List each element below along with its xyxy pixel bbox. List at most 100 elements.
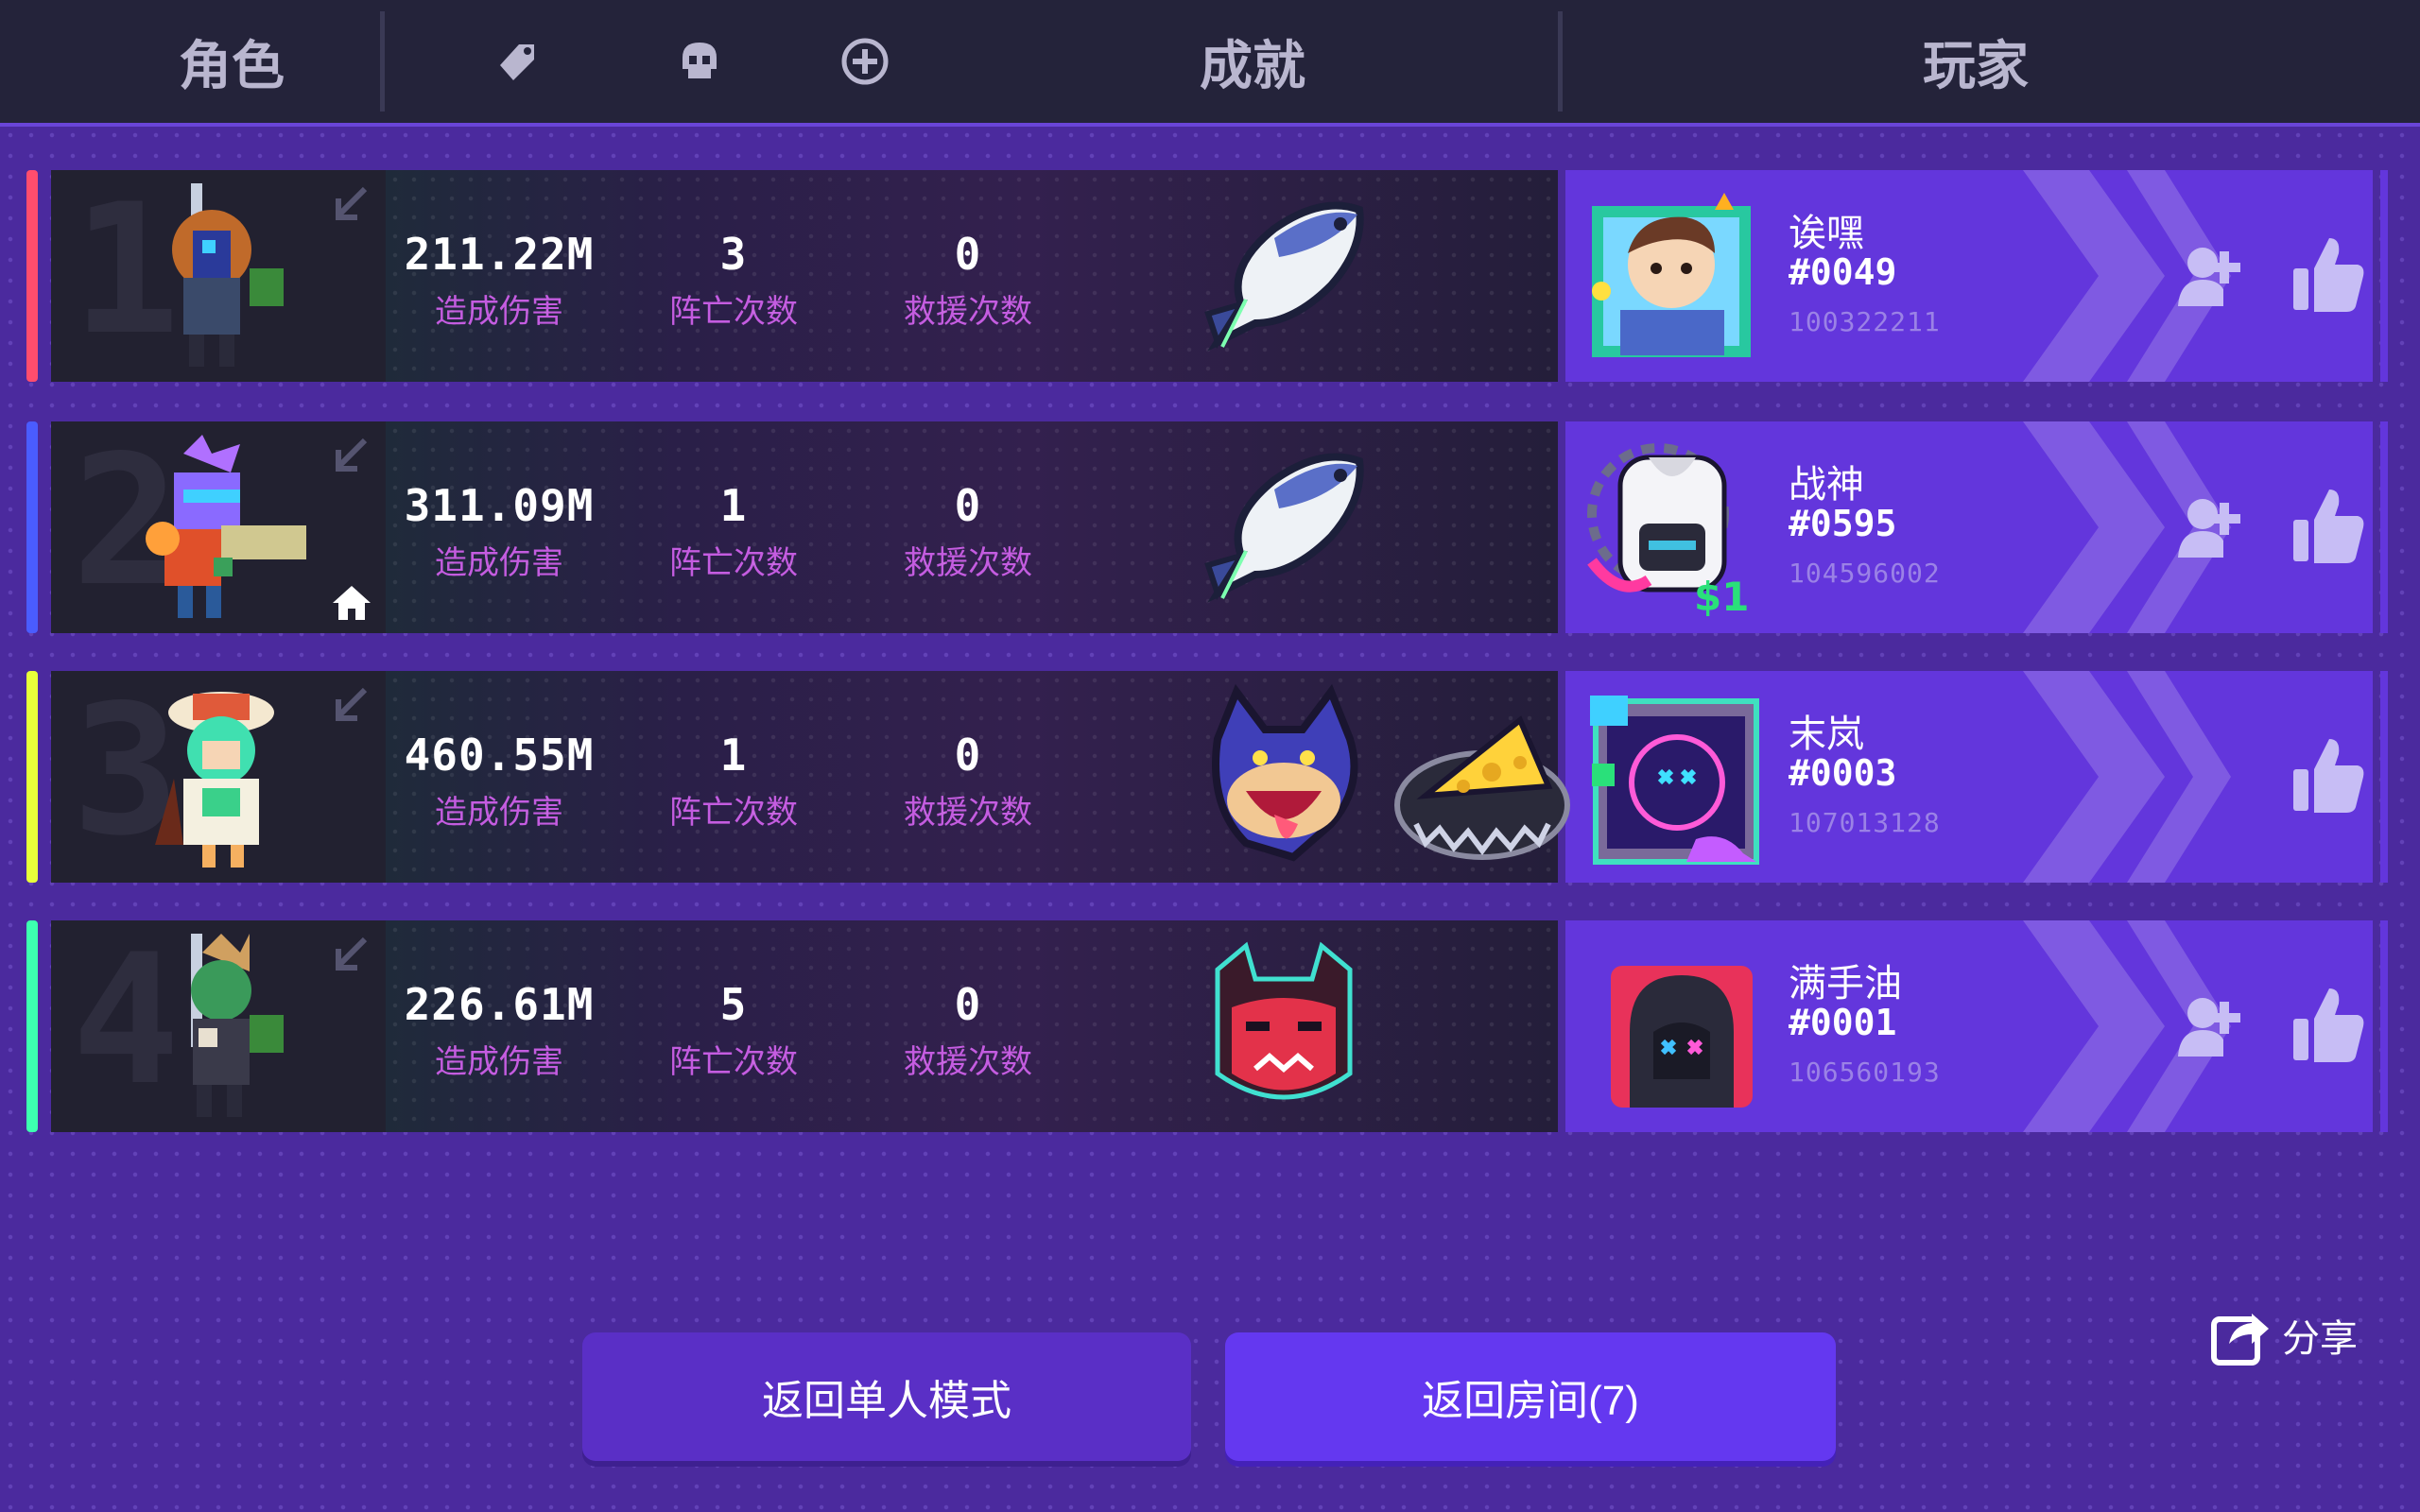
deaths-stat: 1 阵亡次数 — [620, 671, 847, 883]
player-tag: #0595 — [1789, 503, 1897, 544]
player-row-1: 1 211.22M 造成伤害 3 阵亡次数 0 救援次数 诶嘿 #0049 10… — [26, 165, 2390, 382]
thumbs-up-icon[interactable] — [2290, 733, 2365, 815]
plus-circle-icon[interactable] — [832, 28, 898, 94]
cheese-icon[interactable] — [1388, 682, 1577, 871]
character-sprite — [146, 934, 306, 1119]
damage-label: 造成伤害 — [435, 294, 563, 330]
damage-label: 造成伤害 — [435, 795, 563, 831]
back-single-mode-button[interactable]: 返回单人模式 — [582, 1332, 1191, 1461]
add-friend-icon[interactable] — [2170, 236, 2246, 312]
damage-value: 460.55M — [404, 730, 595, 781]
wolf-icon[interactable] — [1189, 682, 1378, 871]
player-id: 104596002 — [1789, 558, 1941, 589]
avatar[interactable] — [1582, 187, 1760, 365]
rescues-stat: 0 救援次数 — [855, 920, 1081, 1132]
collapse-arrow-icon[interactable] — [333, 936, 371, 973]
rank-color-bar — [26, 170, 38, 382]
player-name: 诶嘿 — [1789, 213, 1864, 254]
home-icon — [331, 584, 372, 622]
player-tag: #0001 — [1789, 1002, 1897, 1043]
header-player[interactable]: 玩家 — [1853, 0, 2099, 123]
damage-stat: 211.22M 造成伤害 — [386, 170, 613, 382]
avatar[interactable] — [1582, 937, 1760, 1115]
character-panel[interactable]: 1 — [51, 165, 386, 382]
rescues-stat: 0 救援次数 — [855, 170, 1081, 382]
damage-stat: 311.09M 造成伤害 — [386, 421, 613, 633]
back-room-button[interactable]: 返回房间(7) — [1225, 1332, 1836, 1461]
damage-value: 211.22M — [404, 229, 595, 280]
demon-icon[interactable] — [1189, 932, 1378, 1121]
character-sprite — [146, 183, 306, 369]
stats-panel: 226.61M 造成伤害 5 阵亡次数 0 救援次数 — [386, 920, 1558, 1132]
fish-icon[interactable] — [1189, 433, 1378, 622]
player-row-2: 2 311.09M 造成伤害 1 阵亡次数 0 救援次数 $1 战神 #0595… — [26, 417, 2390, 633]
rescues-value: 0 — [954, 480, 982, 531]
stats-panel: 311.09M 造成伤害 1 阵亡次数 0 救援次数 — [386, 421, 1558, 633]
character-panel[interactable]: 2 — [51, 417, 386, 633]
rescues-label: 救援次数 — [904, 294, 1032, 330]
player-id: 100322211 — [1789, 306, 1941, 337]
deaths-stat: 3 阵亡次数 — [620, 170, 847, 382]
header-achievement[interactable]: 成就 — [1097, 0, 1409, 123]
rescues-stat: 0 救援次数 — [855, 421, 1081, 633]
row-edge — [2380, 671, 2388, 883]
damage-stat: 226.61M 造成伤害 — [386, 920, 613, 1132]
header-divider — [1558, 11, 1563, 112]
player-card[interactable]: $1 战神 #0595 104596002 — [1565, 421, 2373, 633]
player-id: 107013128 — [1789, 807, 1941, 838]
avatar[interactable] — [1582, 688, 1760, 866]
share-button[interactable]: 分享 — [2208, 1302, 2358, 1368]
damage-label: 造成伤害 — [435, 1044, 563, 1080]
chevron-decoration — [2023, 671, 2231, 883]
deaths-stat: 1 阵亡次数 — [620, 421, 847, 633]
damage-stat: 460.55M 造成伤害 — [386, 671, 613, 883]
svg-text:$1: $1 — [1694, 574, 1749, 616]
player-tag: #0049 — [1789, 251, 1897, 293]
player-card[interactable]: 末岚 #0003 107013128 — [1565, 671, 2373, 883]
rescues-stat: 0 救援次数 — [855, 671, 1081, 883]
rescues-value: 0 — [954, 979, 982, 1030]
deaths-label: 阵亡次数 — [669, 545, 798, 581]
fish-icon[interactable] — [1189, 181, 1378, 370]
player-name: 战神 — [1789, 464, 1864, 506]
thumbs-up-icon[interactable] — [2290, 983, 2365, 1064]
collapse-arrow-icon[interactable] — [333, 437, 371, 474]
stats-panel: 460.55M 造成伤害 1 阵亡次数 0 救援次数 — [386, 671, 1558, 883]
rank-color-bar — [26, 421, 38, 633]
header-role[interactable]: 角色 — [123, 0, 340, 123]
damage-label: 造成伤害 — [435, 545, 563, 581]
character-sprite — [146, 684, 306, 869]
rank-color-bar — [26, 671, 38, 883]
character-panel[interactable]: 4 — [51, 916, 386, 1132]
share-icon — [2211, 1314, 2269, 1366]
player-tag: #0003 — [1789, 752, 1897, 794]
thumbs-up-icon[interactable] — [2290, 484, 2365, 565]
skull-icon[interactable] — [666, 28, 733, 94]
deaths-stat: 5 阵亡次数 — [620, 920, 847, 1132]
header-bar: 角色 成就 玩家 — [0, 0, 2420, 127]
rescues-value: 0 — [954, 229, 982, 280]
add-friend-icon[interactable] — [2170, 488, 2246, 563]
player-row-3: 3 460.55M 造成伤害 1 阵亡次数 0 救援次数 末岚 #0003 10… — [26, 666, 2390, 883]
character-sprite — [146, 435, 306, 620]
avatar[interactable]: $1 — [1582, 438, 1760, 620]
character-panel[interactable]: 3 — [51, 666, 386, 883]
collapse-arrow-icon[interactable] — [333, 185, 371, 223]
header-divider — [380, 11, 385, 112]
player-name: 末岚 — [1789, 713, 1864, 755]
tag-icon[interactable] — [484, 28, 550, 94]
thumbs-up-icon[interactable] — [2290, 232, 2365, 314]
player-row-4: 4 226.61M 造成伤害 5 阵亡次数 0 救援次数 满手油 #0001 1… — [26, 916, 2390, 1132]
collapse-arrow-icon[interactable] — [333, 686, 371, 724]
player-card[interactable]: 诶嘿 #0049 100322211 — [1565, 170, 2373, 382]
add-friend-icon[interactable] — [2170, 987, 2246, 1062]
player-id: 106560193 — [1789, 1057, 1941, 1088]
rescues-label: 救援次数 — [904, 545, 1032, 581]
player-card[interactable]: 满手油 #0001 106560193 — [1565, 920, 2373, 1132]
rescues-label: 救援次数 — [904, 795, 1032, 831]
player-name: 满手油 — [1789, 963, 1902, 1005]
rescues-value: 0 — [954, 730, 982, 781]
row-edge — [2380, 920, 2388, 1132]
deaths-label: 阵亡次数 — [669, 1044, 798, 1080]
deaths-value: 3 — [719, 229, 748, 280]
